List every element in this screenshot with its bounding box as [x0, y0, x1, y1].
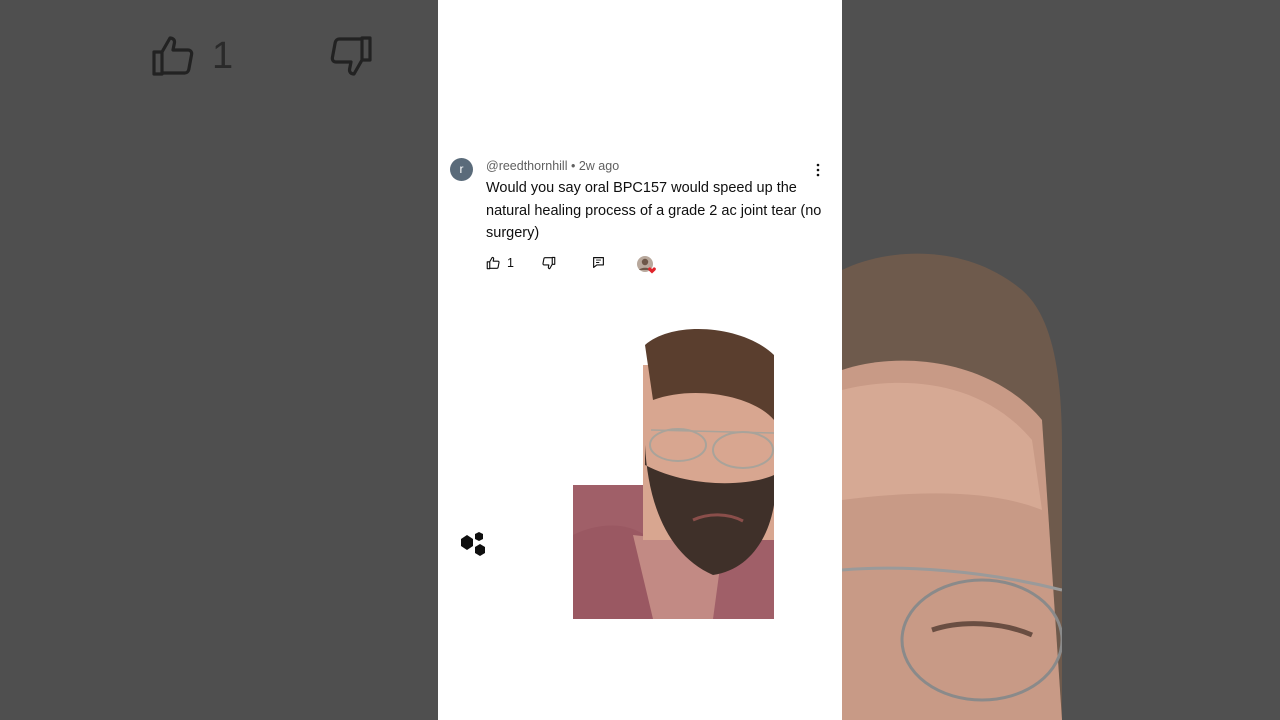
comment-meta: @reedthornhill • 2w ago [486, 159, 619, 173]
background-like-count: 1 [212, 34, 234, 77]
shorts-panel: r @reedthornhill • 2w ago Would you say … [438, 0, 842, 720]
comment-text: Would you say oral BPC157 would speed up… [486, 180, 822, 241]
background-dislike [326, 34, 374, 83]
reply-icon [593, 257, 604, 268]
like-count: 1 [507, 256, 514, 270]
like-button[interactable]: 1 [486, 256, 514, 270]
more-vert-icon[interactable] [814, 162, 822, 178]
dislike-button[interactable] [541, 256, 556, 270]
avatar[interactable]: r [450, 158, 473, 181]
comment-age: 2w ago [578, 159, 620, 173]
thumbs-down-icon [542, 256, 556, 270]
reply-button[interactable] [592, 256, 605, 269]
creator-heart-icon [637, 256, 656, 274]
background-left: 1 [0, 0, 438, 720]
thumbs-up-icon [152, 36, 194, 76]
comment-handle[interactable]: @reedthornhill [486, 159, 567, 173]
background-right [842, 0, 1280, 720]
comment-actions: 1 [486, 256, 826, 276]
background-like-group: 1 [150, 34, 233, 78]
thumbs-up-icon [486, 256, 500, 270]
background-face-image [842, 253, 1062, 720]
meta-separator: • [570, 159, 576, 173]
creator-video-image [573, 328, 774, 619]
hexagon-logo-icon [461, 532, 485, 556]
thumbs-down-icon [330, 36, 372, 76]
